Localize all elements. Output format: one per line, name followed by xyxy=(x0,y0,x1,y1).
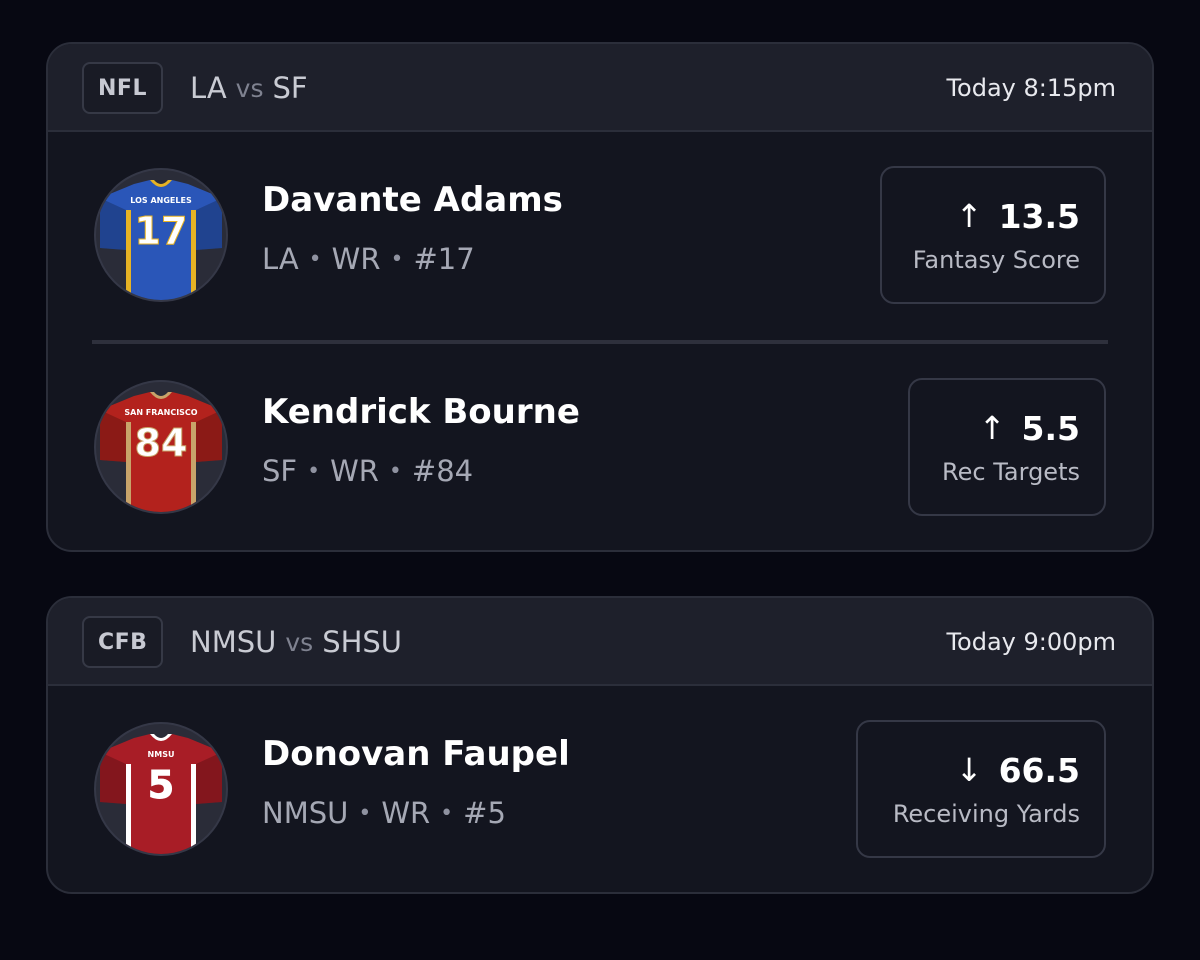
matchup: LA vs SF xyxy=(190,44,308,132)
prop-line-value: 66.5 xyxy=(998,750,1080,790)
game-card-nfl: NFL LA vs SF Today 8:15pm LOS ANGELES 17 … xyxy=(46,42,1154,552)
prop-stat-label: Rec Targets xyxy=(942,457,1080,486)
jersey-stripe xyxy=(191,210,196,300)
jersey-stripe xyxy=(126,422,131,512)
separator-dot: • xyxy=(390,246,404,272)
separator-dot: • xyxy=(358,800,372,826)
player-number: #84 xyxy=(411,454,474,488)
vs-label: vs xyxy=(235,73,264,103)
player-position: WR xyxy=(331,242,381,276)
player-team: NMSU xyxy=(262,796,349,830)
prop-stat-label: Fantasy Score xyxy=(912,245,1080,274)
jersey-stripe xyxy=(191,422,196,512)
jersey-team-text: LOS ANGELES xyxy=(130,196,192,205)
prop-stat-label: Receiving Yards xyxy=(892,799,1080,828)
jersey-stripe xyxy=(126,210,131,300)
player-jersey-avatar: SAN FRANCISCO 84 xyxy=(94,380,228,514)
player-position: WR xyxy=(330,454,379,488)
jersey-icon: SAN FRANCISCO 84 xyxy=(100,392,222,512)
player-number: #5 xyxy=(463,796,506,830)
separator-dot: • xyxy=(440,800,454,826)
game-header: NFL LA vs SF Today 8:15pm xyxy=(48,44,1152,132)
jersey-number: 17 xyxy=(135,209,188,253)
prop-line-value: 13.5 xyxy=(998,196,1080,236)
arrow-up-icon: ↑ xyxy=(978,409,1006,447)
player-row[interactable]: LOS ANGELES 17 Davante Adams LA • WR • #1… xyxy=(48,132,1152,340)
player-meta: LA • WR • #17 xyxy=(262,242,475,276)
league-badge: NFL xyxy=(82,62,163,114)
vs-label: vs xyxy=(285,627,314,657)
prop-line-button[interactable]: ↓ 66.5 Receiving Yards xyxy=(856,720,1106,858)
away-team: SF xyxy=(272,71,308,105)
prop-line-value: 5.5 xyxy=(1021,408,1080,448)
player-name: Kendrick Bourne xyxy=(262,392,580,432)
prop-line-button[interactable]: ↑ 13.5 Fantasy Score xyxy=(880,166,1106,304)
separator-dot: • xyxy=(308,246,322,272)
jersey-icon: NMSU 5 xyxy=(100,734,222,854)
player-number: #17 xyxy=(413,242,475,276)
league-badge: CFB xyxy=(82,616,164,668)
jersey-number: 5 xyxy=(148,763,174,807)
arrow-down-icon: ↓ xyxy=(955,751,983,789)
prop-line: ↑ 13.5 xyxy=(956,197,1080,236)
player-row[interactable]: SAN FRANCISCO 84 Kendrick Bourne SF • WR … xyxy=(48,344,1152,550)
player-jersey-avatar: LOS ANGELES 17 xyxy=(94,168,228,302)
prop-line-button[interactable]: ↑ 5.5 Rec Targets xyxy=(908,378,1106,516)
game-card-cfb: CFB NMSU vs SHSU Today 9:00pm NMSU 5 Dono… xyxy=(46,596,1154,894)
matchup: NMSU vs SHSU xyxy=(190,598,402,686)
separator-dot: • xyxy=(388,458,402,484)
jersey-stripe xyxy=(126,764,131,854)
game-time: Today 8:15pm xyxy=(946,74,1116,102)
jersey-icon: LOS ANGELES 17 xyxy=(100,180,222,300)
player-jersey-avatar: NMSU 5 xyxy=(94,722,228,856)
jersey-team-text: NMSU xyxy=(148,750,175,759)
jersey-team-text: SAN FRANCISCO xyxy=(124,408,197,417)
game-time: Today 9:00pm xyxy=(946,628,1116,656)
player-position: WR xyxy=(381,796,431,830)
game-header: CFB NMSU vs SHSU Today 9:00pm xyxy=(48,598,1152,686)
arrow-up-icon: ↑ xyxy=(955,197,983,235)
jersey-stripe xyxy=(191,764,196,854)
home-team: LA xyxy=(190,71,227,105)
player-name: Davante Adams xyxy=(262,180,563,220)
prop-line: ↓ 66.5 xyxy=(956,751,1080,790)
prop-line: ↑ 5.5 xyxy=(979,409,1080,448)
separator-dot: • xyxy=(307,458,321,484)
away-team: SHSU xyxy=(322,625,403,659)
player-row[interactable]: NMSU 5 Donovan Faupel NMSU • WR • #5 ↓ 66… xyxy=(48,686,1152,892)
player-team: LA xyxy=(262,242,299,276)
jersey-number: 84 xyxy=(135,421,188,465)
player-team: SF xyxy=(262,454,298,488)
player-meta: SF • WR • #84 xyxy=(262,454,473,488)
player-name: Donovan Faupel xyxy=(262,734,570,774)
home-team: NMSU xyxy=(190,625,277,659)
player-meta: NMSU • WR • #5 xyxy=(262,796,506,830)
